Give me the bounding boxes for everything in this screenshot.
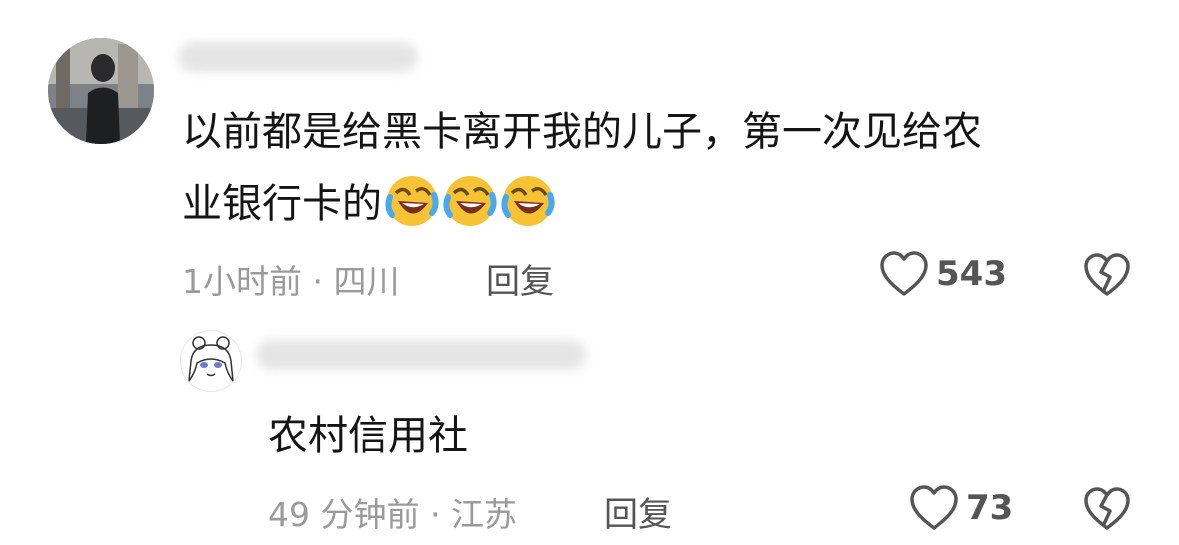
reply-like-count: 73 [966, 488, 1014, 528]
reply-dislike-button[interactable] [1082, 486, 1132, 536]
reply-time-location: 49 分钟前 · 江苏 [268, 495, 517, 534]
reply-avatar[interactable] [180, 330, 242, 392]
comment-text-line2-content: 业银行卡的 [182, 181, 382, 227]
comment-text-line1: 以前都是给黑卡离开我的儿子，第一次见给农 [182, 109, 982, 155]
broken-heart-icon [1084, 487, 1130, 530]
username-blurred[interactable] [178, 42, 418, 72]
broken-heart-icon [1084, 253, 1130, 296]
reply-button[interactable]: 回复 [486, 254, 554, 303]
rofl-emoji-icon [501, 176, 555, 226]
heart-outline-icon [880, 251, 928, 296]
avatar-illustration [181, 331, 241, 391]
like-count: 543 [936, 254, 1007, 294]
like-button[interactable]: 543 [878, 250, 1007, 298]
rofl-emoji-icon [443, 176, 497, 226]
reply-reply-button[interactable]: 回复 [604, 487, 672, 536]
comment-text-line2: 业银行卡的 [182, 172, 556, 236]
rofl-emoji-icon [385, 176, 439, 226]
reply-username-blurred[interactable] [256, 340, 586, 370]
commenter-avatar[interactable] [48, 38, 154, 144]
avatar-photo [48, 38, 154, 144]
comment-time-location: 1小时前 · 四川 [182, 262, 400, 301]
reply-text: 农村信用社 [268, 413, 468, 459]
heart-outline-icon [910, 485, 958, 530]
reply-like-button[interactable]: 73 [908, 484, 1013, 532]
dislike-button[interactable] [1082, 252, 1132, 302]
